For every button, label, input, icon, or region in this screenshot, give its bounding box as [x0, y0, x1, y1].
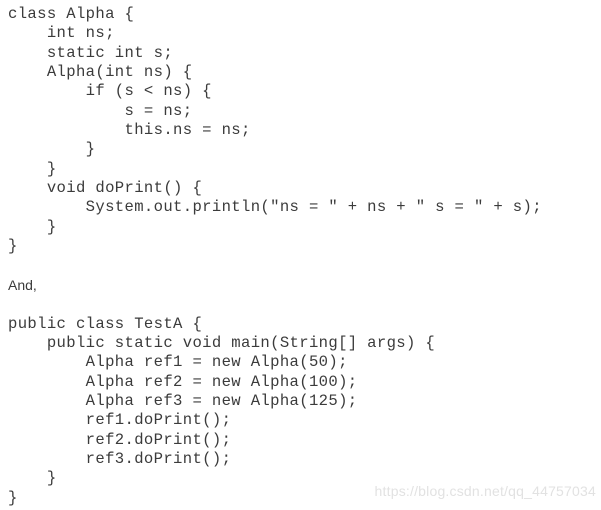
code-line: public class TestA {	[8, 314, 203, 333]
code-line: class Alpha {	[8, 5, 135, 23]
code-line: }	[8, 237, 18, 256]
code-line: ref1.doPrint();	[8, 411, 232, 430]
code-line: Alpha ref3 = new Alpha(125);	[8, 391, 358, 410]
code-line: Alpha ref1 = new Alpha(50);	[8, 353, 348, 372]
code-line: this.ns = ns;	[8, 121, 251, 140]
code-line: void doPrint() {	[8, 179, 203, 198]
separator-text: And,	[8, 276, 37, 293]
code-line: Alpha ref2 = new Alpha(100);	[8, 372, 358, 391]
code-line: s = ns;	[8, 101, 193, 120]
code-line: public static void main(String[] args) {	[8, 333, 436, 352]
code-line: }	[8, 159, 57, 178]
code-line: System.out.println("ns = " + ns + " s = …	[8, 198, 542, 217]
code-line: int ns;	[8, 24, 115, 43]
code-line: ref2.doPrint();	[8, 430, 232, 449]
code-line: static int s;	[8, 43, 174, 62]
code-block-testa-class: public class TestA { public static void …	[8, 315, 601, 508]
code-block-alpha-class: class Alpha { int ns; static int s; Alph…	[8, 5, 601, 256]
code-line: if (s < ns) {	[8, 82, 212, 101]
code-line: }	[8, 140, 96, 159]
code-line: }	[8, 217, 57, 236]
code-line: ref3.doPrint();	[8, 449, 232, 468]
code-content-area: class Alpha { int ns; static int s; Alph…	[8, 5, 601, 508]
watermark-text: https://blog.csdn.net/qq_44757034	[374, 483, 596, 499]
code-screenshot-page: class Alpha { int ns; static int s; Alph…	[0, 0, 601, 510]
code-line: Alpha(int ns) {	[8, 63, 193, 82]
